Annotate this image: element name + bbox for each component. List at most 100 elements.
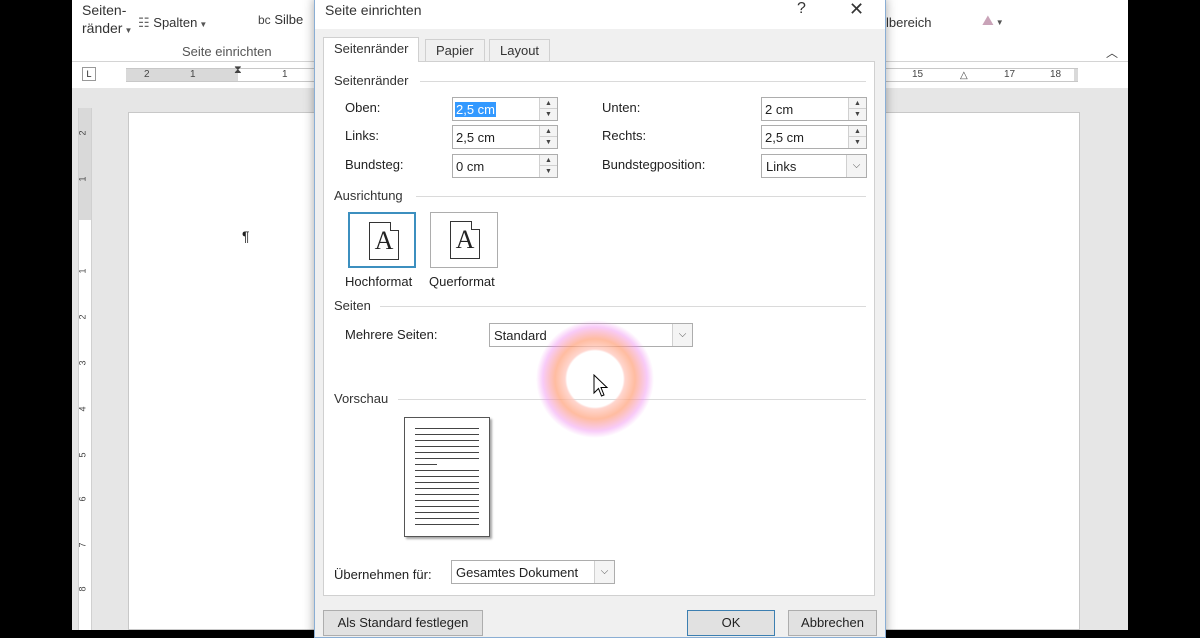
spin-up-icon[interactable]: ▲	[540, 155, 557, 166]
left-margin-spinner[interactable]: 2,5 cm ▲ ▼	[452, 125, 558, 149]
gutter-position-value: Links	[766, 159, 797, 174]
help-button[interactable]: ?	[797, 0, 806, 18]
bottom-margin-value[interactable]: 2 cm	[765, 102, 793, 117]
tab-layout[interactable]: Layout	[489, 39, 551, 61]
right-indent-marker-icon[interactable]: △	[960, 70, 968, 82]
gutter-value[interactable]: 0 cm	[456, 159, 484, 174]
bottom-margin-spinner[interactable]: 2 cm ▲ ▼	[761, 97, 867, 121]
set-as-default-button[interactable]: Als Standard festlegen	[323, 610, 483, 636]
landscape-label[interactable]: Querformat	[429, 274, 495, 289]
spin-up-icon[interactable]: ▲	[849, 126, 866, 137]
vruler-tick: 3	[77, 360, 88, 366]
rotate-icon[interactable]: ⛰ ▼	[982, 12, 1004, 29]
hyphenation-icon: bc	[258, 13, 271, 27]
portrait-page-icon: A	[369, 222, 399, 260]
vruler-tick: 1	[77, 268, 88, 274]
ruler-tick: 1	[282, 69, 288, 80]
apply-to-value: Gesamtes Dokument	[456, 565, 579, 580]
hyphenation-label: Silbe	[274, 12, 304, 27]
vruler-tick: 7	[77, 542, 88, 548]
preview-section-title: Vorschau	[334, 391, 389, 406]
spin-down-icon[interactable]: ▼	[849, 137, 866, 148]
dialog-title: Seite einrichten	[325, 2, 422, 18]
vruler-tick: 6	[77, 496, 88, 502]
hyphenation-button[interactable]: bc Silbe	[258, 12, 303, 27]
preview-line	[415, 440, 479, 441]
landscape-option[interactable]: A	[430, 212, 498, 268]
tab-paper[interactable]: Papier	[425, 39, 485, 61]
right-margin-value[interactable]: 2,5 cm	[765, 130, 804, 145]
mouse-pointer-icon	[593, 374, 609, 397]
apply-to-select[interactable]: Gesamtes Dokument ⌵	[451, 560, 615, 584]
page-preview	[404, 417, 490, 537]
selection-pane-label: lbereich	[886, 15, 932, 30]
preview-line	[415, 458, 479, 459]
preview-line	[415, 494, 479, 495]
ruler-tick: 15	[912, 69, 924, 80]
chevron-down-icon[interactable]: ⌵	[594, 561, 614, 583]
landscape-page-icon: A	[450, 221, 480, 259]
orientation-section-title: Ausrichtung	[334, 188, 403, 203]
preview-line	[415, 476, 479, 477]
cancel-button[interactable]: Abbrechen	[788, 610, 877, 636]
vruler-tick: 8	[77, 586, 88, 592]
gutter-position-label: Bundstegposition:	[602, 157, 706, 172]
ok-button[interactable]: OK	[687, 610, 775, 636]
spin-down-icon[interactable]: ▼	[540, 109, 557, 120]
preview-line	[415, 506, 479, 507]
bottom-margin-label: Unten:	[602, 100, 641, 115]
columns-icon: ☷	[138, 15, 150, 30]
left-margin-value[interactable]: 2,5 cm	[456, 130, 495, 145]
margins-button[interactable]: Seiten- ränder ▼	[82, 2, 132, 36]
gutter-label: Bundsteg:	[345, 157, 404, 172]
ruler-margin-left	[126, 69, 238, 81]
gutter-position-select[interactable]: Links ⌵	[761, 154, 867, 178]
vertical-ruler[interactable]: 2 1 1 2 3 4 5 6 7 8	[78, 108, 92, 630]
section-divider	[416, 196, 866, 197]
paragraph-mark: ¶	[242, 228, 250, 244]
top-margin-spinner[interactable]: 2,5 cm ▲ ▼	[452, 97, 558, 121]
vruler-tick: 4	[77, 406, 88, 412]
columns-label: Spalten	[153, 15, 198, 30]
collapse-ribbon-icon[interactable]: ︿	[1106, 44, 1118, 61]
apply-to-label: Übernehmen für:	[334, 567, 432, 582]
chevron-down-icon[interactable]: ⌵	[846, 155, 866, 177]
gutter-spinner[interactable]: 0 cm ▲ ▼	[452, 154, 558, 178]
chevron-down-icon: ▼	[995, 18, 1004, 27]
right-margin-spinner[interactable]: 2,5 cm ▲ ▼	[761, 125, 867, 149]
spin-down-icon[interactable]: ▼	[849, 109, 866, 120]
selection-pane-button[interactable]: lbereich	[886, 15, 932, 30]
portrait-label[interactable]: Hochformat	[345, 274, 412, 289]
preview-line	[415, 464, 437, 465]
vruler-tick: 2	[77, 130, 88, 136]
margins-label-line1: Seiten-	[82, 2, 127, 18]
chevron-down-icon: ▼	[124, 26, 133, 35]
spin-down-icon[interactable]: ▼	[540, 137, 557, 148]
preview-line	[415, 512, 479, 513]
preview-line	[415, 524, 479, 525]
preview-line	[415, 518, 479, 519]
chevron-down-icon[interactable]: ⌵	[672, 324, 692, 346]
columns-button[interactable]: ☷ Spalten ▼	[138, 15, 207, 31]
preview-line	[415, 434, 479, 435]
preview-line	[415, 500, 479, 501]
top-margin-label: Oben:	[345, 100, 381, 115]
dialog-titlebar[interactable]: Seite einrichten ? ✕	[315, 0, 885, 29]
tab-selector[interactable]: L	[82, 67, 96, 81]
ruler-tick: 2	[144, 69, 150, 80]
top-margin-value[interactable]: 2,5 cm	[455, 102, 497, 117]
indent-marker-icon[interactable]: ⧗	[234, 64, 242, 76]
vruler-tick: 1	[77, 176, 88, 182]
spin-up-icon[interactable]: ▲	[849, 98, 866, 109]
spin-down-icon[interactable]: ▼	[540, 166, 557, 177]
portrait-option[interactable]: A	[348, 212, 416, 268]
spin-up-icon[interactable]: ▲	[540, 98, 557, 109]
multiple-pages-value: Standard	[494, 328, 547, 343]
margins-label-line2: ränder	[82, 20, 123, 36]
section-divider	[420, 81, 866, 82]
tab-margins[interactable]: Seitenränder	[323, 37, 420, 62]
close-button[interactable]: ✕	[849, 0, 864, 20]
ruler-tick: 1	[190, 69, 196, 80]
ruler-tick: 18	[1050, 69, 1062, 80]
spin-up-icon[interactable]: ▲	[540, 126, 557, 137]
